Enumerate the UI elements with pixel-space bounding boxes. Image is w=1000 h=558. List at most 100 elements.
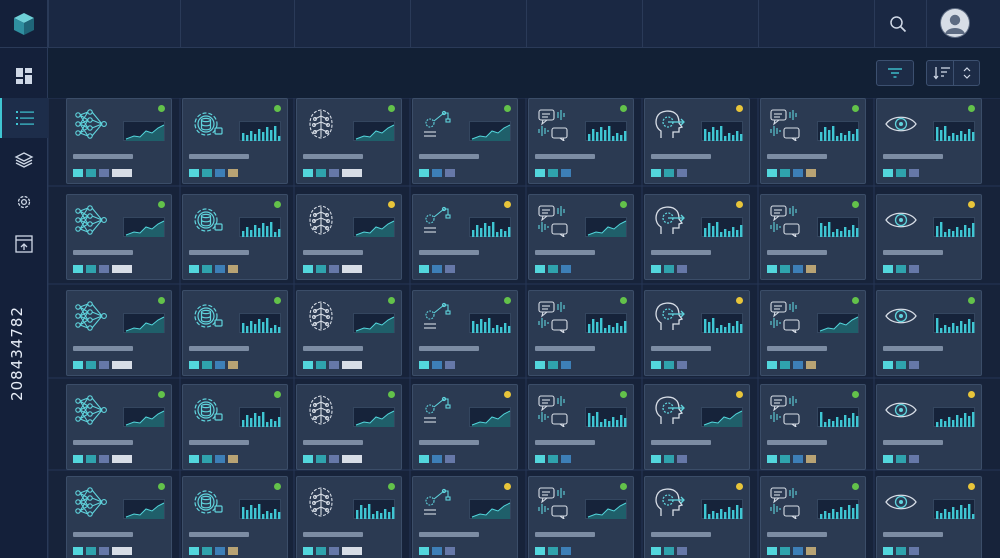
model-card[interactable] [412, 290, 518, 376]
tag-chip [99, 169, 109, 177]
gear-database-icon [194, 304, 223, 328]
tag-chip [419, 547, 429, 555]
model-card[interactable] [66, 384, 172, 470]
tag-chip [316, 361, 326, 369]
model-card[interactable] [296, 384, 402, 470]
gear-database-icon [194, 490, 223, 514]
model-card[interactable] [182, 98, 288, 184]
model-card[interactable] [644, 290, 750, 376]
status-indicator [736, 297, 743, 304]
model-card[interactable] [760, 384, 866, 470]
tag-chip [806, 361, 816, 369]
tag-chip [342, 361, 362, 369]
head-gear-icon [655, 302, 685, 330]
filter-button[interactable] [876, 60, 914, 86]
model-card[interactable] [876, 476, 982, 558]
model-card[interactable] [182, 290, 288, 376]
eye-icon [885, 494, 917, 510]
model-card[interactable] [528, 476, 634, 558]
model-card[interactable] [528, 194, 634, 280]
tag-chip [215, 169, 225, 177]
voice-chat-icon [538, 395, 568, 427]
tag-chip [664, 547, 674, 555]
model-card[interactable] [760, 476, 866, 558]
sidebar-item-layers[interactable] [0, 140, 48, 180]
tag-row [189, 265, 238, 273]
tag-row [189, 547, 238, 555]
model-card[interactable] [412, 384, 518, 470]
tag-row [535, 455, 571, 463]
voice-chat-icon [770, 301, 800, 333]
model-card[interactable] [644, 476, 750, 558]
head-gear-icon [655, 110, 685, 138]
card-title-placeholder [651, 154, 711, 159]
model-card[interactable] [644, 194, 750, 280]
model-card[interactable] [182, 384, 288, 470]
tag-chip [535, 455, 545, 463]
mini-chart [585, 407, 627, 427]
card-title-placeholder [535, 532, 595, 537]
model-card[interactable] [66, 476, 172, 558]
model-card[interactable] [412, 98, 518, 184]
model-card[interactable] [760, 98, 866, 184]
mini-chart [701, 407, 743, 427]
tag-chip [189, 361, 199, 369]
app-logo[interactable] [0, 0, 48, 48]
model-card[interactable] [182, 194, 288, 280]
tag-row [883, 455, 919, 463]
model-card[interactable] [760, 194, 866, 280]
model-card[interactable] [296, 98, 402, 184]
sidebar-item-settings[interactable] [0, 182, 48, 222]
sidebar-item-list[interactable] [0, 98, 48, 138]
model-card[interactable] [876, 98, 982, 184]
head-gear-icon [655, 488, 685, 516]
model-card[interactable] [528, 98, 634, 184]
gear-database-icon [194, 208, 223, 232]
model-card[interactable] [296, 476, 402, 558]
model-card[interactable] [876, 290, 982, 376]
card-title-placeholder [767, 154, 827, 159]
model-card[interactable] [66, 98, 172, 184]
tag-chip [432, 361, 442, 369]
chevron-up-down-icon[interactable] [961, 66, 973, 80]
model-card[interactable] [760, 290, 866, 376]
model-card[interactable] [528, 290, 634, 376]
search-button[interactable] [880, 6, 916, 42]
model-card[interactable] [412, 194, 518, 280]
tag-chip [664, 169, 674, 177]
model-card[interactable] [296, 194, 402, 280]
model-card[interactable] [182, 476, 288, 558]
model-card[interactable] [296, 290, 402, 376]
status-indicator [388, 297, 395, 304]
tag-chip [419, 455, 429, 463]
tag-row [767, 169, 816, 177]
mini-chart [817, 407, 859, 427]
tag-row [189, 455, 238, 463]
model-card[interactable] [644, 98, 750, 184]
user-avatar[interactable] [940, 8, 970, 38]
card-title-placeholder [73, 154, 133, 159]
tag-chip [303, 547, 313, 555]
model-card[interactable] [876, 194, 982, 280]
tag-chip [651, 361, 661, 369]
model-card[interactable] [644, 384, 750, 470]
tag-chip [99, 547, 109, 555]
model-card[interactable] [66, 290, 172, 376]
status-indicator [968, 105, 975, 112]
tag-chip [806, 169, 816, 177]
sidebar-item-dashboard[interactable] [0, 56, 48, 96]
status-indicator [274, 391, 281, 398]
robot-arm-icon [424, 302, 451, 329]
sidebar-item-export[interactable] [0, 224, 48, 264]
tag-chip [909, 265, 919, 273]
model-card[interactable] [412, 476, 518, 558]
tag-row [767, 547, 816, 555]
sort-control[interactable] [926, 60, 980, 86]
model-card[interactable] [66, 194, 172, 280]
mini-chart [239, 499, 281, 519]
tag-row [651, 547, 687, 555]
tag-chip [86, 265, 96, 273]
model-card[interactable] [876, 384, 982, 470]
mini-chart [469, 407, 511, 427]
model-card[interactable] [528, 384, 634, 470]
